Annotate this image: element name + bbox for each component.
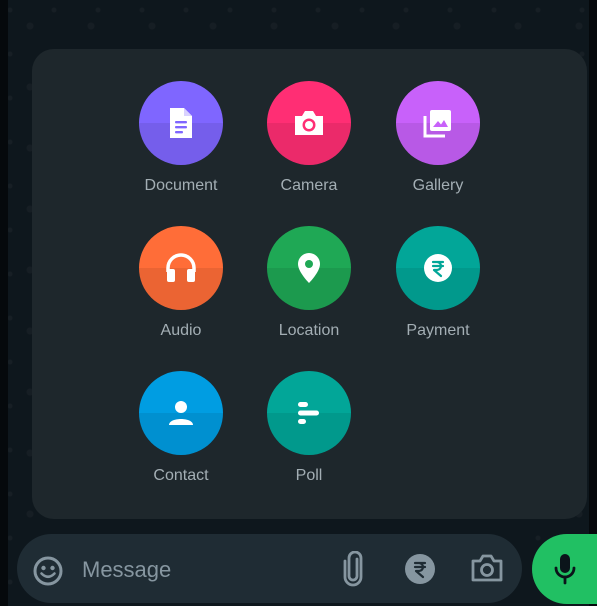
attach-poll-button[interactable]: Poll (244, 371, 374, 491)
attach-gallery-label: Gallery (412, 177, 464, 194)
attach-poll-label: Poll (295, 467, 323, 484)
camera-button[interactable] (469, 550, 505, 586)
microphone-icon (554, 554, 575, 585)
rupee-icon (396, 226, 480, 310)
message-input[interactable] (80, 548, 314, 592)
attach-contact-label: Contact (153, 467, 209, 484)
poll-icon (267, 371, 351, 455)
emoji-icon (33, 556, 63, 586)
attach-button[interactable] (337, 550, 369, 588)
attach-location-label: Location (278, 322, 340, 339)
screen-edge-left (0, 0, 8, 606)
attach-payment-label: Payment (406, 322, 470, 339)
attach-document-button[interactable]: Document (116, 81, 246, 201)
rupee-icon (405, 554, 435, 584)
attach-gallery-button[interactable]: Gallery (373, 81, 503, 201)
location-pin-icon (267, 226, 351, 310)
emoji-button[interactable] (31, 554, 65, 588)
person-icon (139, 371, 223, 455)
document-icon (139, 81, 223, 165)
attach-camera-label: Camera (280, 177, 338, 194)
camera-icon (471, 554, 503, 582)
voice-record-button[interactable] (532, 534, 597, 604)
attach-location-button[interactable]: Location (244, 226, 374, 346)
paperclip-icon (343, 551, 363, 587)
attach-document-label: Document (144, 177, 218, 194)
attach-audio-label: Audio (160, 322, 202, 339)
gallery-icon (396, 81, 480, 165)
attach-contact-button[interactable]: Contact (116, 371, 246, 491)
attach-payment-button[interactable]: Payment (373, 226, 503, 346)
payment-button[interactable] (403, 552, 437, 586)
attach-camera-button[interactable]: Camera (244, 81, 374, 201)
camera-icon (267, 81, 351, 165)
headphones-icon (139, 226, 223, 310)
screen-edge-right (589, 0, 597, 606)
attach-audio-button[interactable]: Audio (116, 226, 246, 346)
